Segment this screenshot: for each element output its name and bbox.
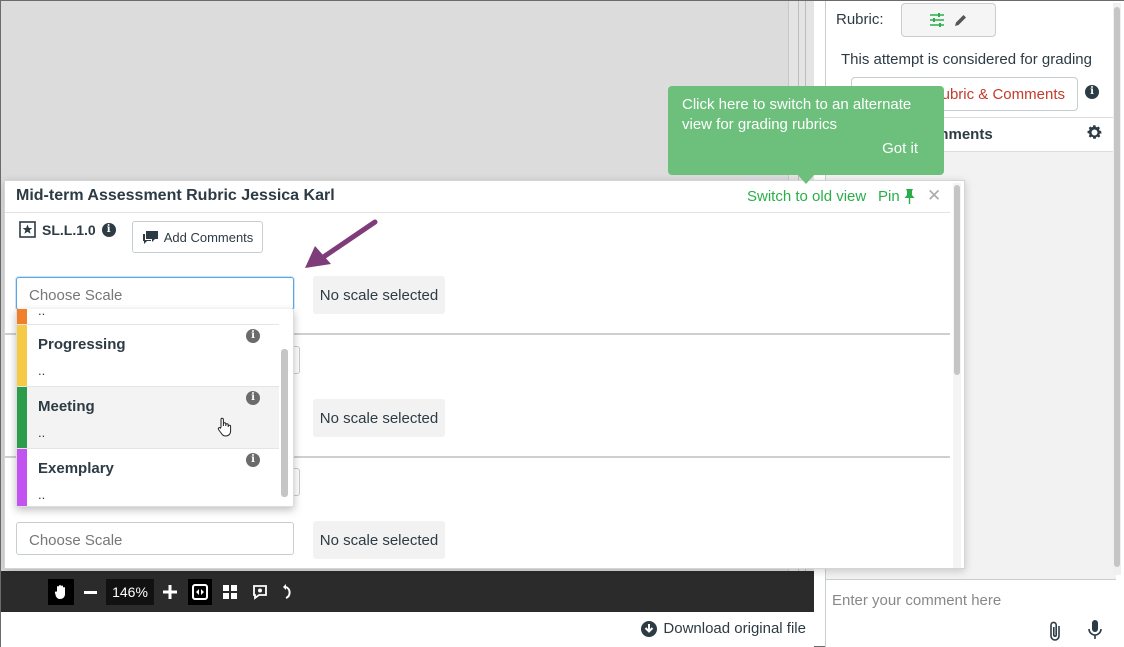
fit-width-button[interactable] xyxy=(188,579,212,605)
annotate-button[interactable] xyxy=(251,579,269,605)
choose-scale-dropdown[interactable]: Choose Scale xyxy=(16,277,294,310)
switch-to-old-view-link[interactable]: Switch to old view xyxy=(747,188,866,205)
tooltip-arrow xyxy=(797,174,815,184)
add-comments-label: Add Comments xyxy=(163,229,254,245)
zoom-level[interactable]: 146% xyxy=(106,579,154,605)
info-icon[interactable]: i xyxy=(101,222,116,237)
option-description: .. xyxy=(38,425,46,440)
gear-icon[interactable] xyxy=(1086,124,1103,141)
viewer-toolbar: 146% xyxy=(1,571,814,612)
pointer-hand-icon xyxy=(217,417,232,437)
comment-placeholder: Enter your comment here xyxy=(832,592,1002,609)
modal-scrollbar-thumb[interactable] xyxy=(954,185,960,375)
onboarding-tooltip: Click here to switch to an alternate vie… xyxy=(668,86,944,175)
rubric-button[interactable] xyxy=(901,3,996,37)
pin-icon xyxy=(904,189,915,204)
criterion-code: SL.L.1.0 xyxy=(42,221,96,238)
plus-icon xyxy=(163,585,177,599)
level-color-bar xyxy=(17,325,27,386)
modal-title: Mid-term Assessment Rubric Jessica Karl xyxy=(16,187,335,204)
option-label: Meeting xyxy=(38,398,95,415)
info-icon[interactable]: i xyxy=(246,453,260,467)
option-label: Progressing xyxy=(38,336,126,353)
hand-tool-icon xyxy=(54,585,65,599)
rubric-label: Rubric: xyxy=(836,11,884,28)
modal-scrollbar[interactable] xyxy=(953,183,961,568)
rotate-icon xyxy=(283,584,291,599)
rubric-modal: Mid-term Assessment Rubric Jessica Karl … xyxy=(4,180,965,569)
zoom-in-button[interactable] xyxy=(161,579,179,605)
level-color-bar xyxy=(17,449,27,506)
scale-option-meeting[interactable]: Meeting .. i xyxy=(17,387,279,449)
comment-input[interactable]: Enter your comment here xyxy=(826,579,1116,647)
speech-bubble-icon xyxy=(142,230,158,244)
rotate-button[interactable] xyxy=(279,579,297,605)
sliders-icon xyxy=(930,13,944,27)
criterion-header: SL.L.1.0 i xyxy=(19,221,116,238)
download-label: Download original file xyxy=(663,620,806,637)
level-color-bar xyxy=(17,387,27,448)
pencil-icon xyxy=(955,14,966,26)
thumbnails-button[interactable] xyxy=(221,579,239,605)
scale-option-beginning[interactable]: .. xyxy=(17,309,279,325)
rubric-row: Rubric: xyxy=(836,11,884,28)
options-scrollbar[interactable] xyxy=(281,349,288,497)
download-link[interactable]: Download original file xyxy=(641,620,806,637)
download-icon xyxy=(641,620,658,637)
choose-scale-dropdown[interactable]: Choose Scale xyxy=(16,522,294,555)
paperclip-icon[interactable] xyxy=(1048,620,1062,642)
minus-icon xyxy=(83,590,97,594)
download-row: Download original file xyxy=(1,612,814,647)
no-scale-status: No scale selected xyxy=(313,276,445,314)
scale-options-list: .. Progressing .. i Meeting .. i Exempla… xyxy=(16,309,294,507)
annotation-arrow xyxy=(305,219,378,268)
info-icon[interactable]: i xyxy=(1085,85,1099,99)
add-comments-button[interactable]: Add Comments xyxy=(132,221,263,253)
panel-scrollbar-thumb[interactable] xyxy=(1114,7,1120,567)
scale-option-exemplary[interactable]: Exemplary .. i xyxy=(17,449,279,506)
pin-label: Pin xyxy=(878,188,900,205)
tooltip-text: Click here to switch to an alternate vie… xyxy=(682,96,912,133)
hand-tool-button[interactable] xyxy=(48,579,74,605)
option-description: .. xyxy=(38,487,46,502)
level-color-bar xyxy=(17,309,27,324)
attempt-status: This attempt is considered for grading xyxy=(841,51,1092,68)
zoom-out-button[interactable] xyxy=(81,579,99,605)
no-scale-status: No scale selected xyxy=(313,399,445,437)
annotate-icon xyxy=(253,585,267,600)
option-label: Exemplary xyxy=(38,460,114,477)
no-scale-status: No scale selected xyxy=(313,521,445,559)
scale-option-progressing[interactable]: Progressing .. i xyxy=(17,325,279,387)
thumbnails-icon xyxy=(223,585,237,599)
info-icon[interactable]: i xyxy=(246,391,260,405)
modal-header: Mid-term Assessment Rubric Jessica Karl … xyxy=(5,181,950,213)
microphone-icon[interactable] xyxy=(1088,620,1102,640)
fit-width-icon xyxy=(192,584,208,600)
info-icon[interactable]: i xyxy=(246,329,260,343)
star-box-icon xyxy=(19,221,36,238)
pin-button[interactable]: Pin xyxy=(878,188,915,205)
got-it-button[interactable]: Got it xyxy=(882,139,918,159)
option-description: .. xyxy=(38,309,46,318)
close-icon[interactable]: ✕ xyxy=(927,186,941,206)
option-description: .. xyxy=(38,363,46,378)
panel-scrollbar[interactable] xyxy=(1113,3,1121,575)
